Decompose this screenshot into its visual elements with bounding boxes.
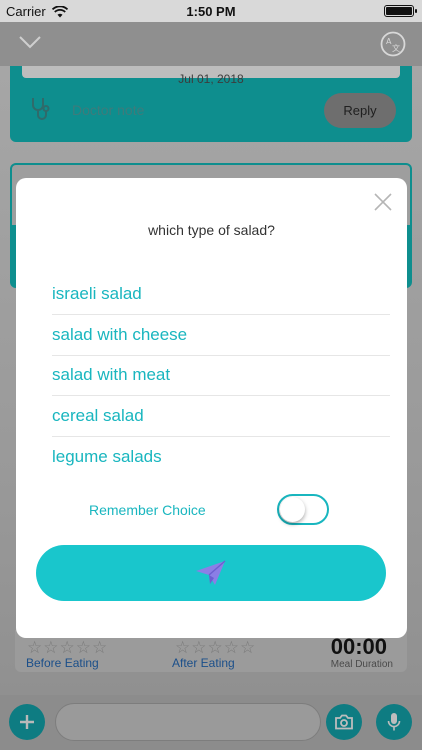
chevron-down-icon[interactable] (18, 34, 42, 50)
svg-text:文: 文 (392, 43, 400, 53)
doctor-note-card: Jul 01, 2018 Doctor note Reply (10, 66, 412, 142)
add-button[interactable] (9, 704, 45, 740)
paper-plane-icon (196, 560, 226, 585)
after-eating-stars[interactable]: ☆☆☆☆☆ (175, 638, 256, 658)
salad-options-list: israeli salad salad with cheese salad wi… (52, 274, 390, 478)
camera-button[interactable] (326, 704, 362, 740)
battery-icon (384, 5, 417, 17)
note-date: Jul 01, 2018 (178, 72, 244, 86)
microphone-icon (387, 713, 401, 731)
before-eating-label: Before Eating (26, 656, 99, 670)
send-button[interactable] (36, 545, 386, 601)
option-legume-salads[interactable]: legume salads (52, 437, 390, 478)
reply-button[interactable]: Reply (324, 93, 396, 128)
salad-type-dialog: which type of salad? israeli salad salad… (16, 178, 407, 638)
remember-choice-label: Remember Choice (89, 502, 206, 518)
camera-icon (335, 714, 353, 730)
microphone-button[interactable] (376, 704, 412, 740)
close-icon[interactable] (373, 192, 393, 212)
message-input-bar (0, 695, 422, 750)
after-eating-label: After Eating (172, 656, 235, 670)
stethoscope-icon (32, 98, 50, 120)
message-input[interactable] (55, 703, 321, 741)
option-israeli-salad[interactable]: israeli salad (52, 274, 390, 315)
doctor-note-label: Doctor note (72, 102, 145, 118)
option-salad-with-cheese[interactable]: salad with cheese (52, 315, 390, 356)
remember-choice-toggle[interactable] (277, 494, 329, 525)
nav-bar: A 文 (0, 22, 422, 66)
status-bar: Carrier 1:50 PM (0, 0, 422, 22)
translate-icon[interactable]: A 文 (380, 31, 406, 57)
dialog-question: which type of salad? (148, 222, 275, 238)
meal-duration-label: Meal Duration (330, 659, 393, 670)
option-cereal-salad[interactable]: cereal salad (52, 396, 390, 437)
before-eating-stars[interactable]: ☆☆☆☆☆ (27, 638, 108, 658)
toggle-knob (280, 497, 305, 522)
status-time: 1:50 PM (186, 4, 236, 19)
plus-icon (20, 715, 34, 729)
option-salad-with-meat[interactable]: salad with meat (52, 356, 390, 397)
